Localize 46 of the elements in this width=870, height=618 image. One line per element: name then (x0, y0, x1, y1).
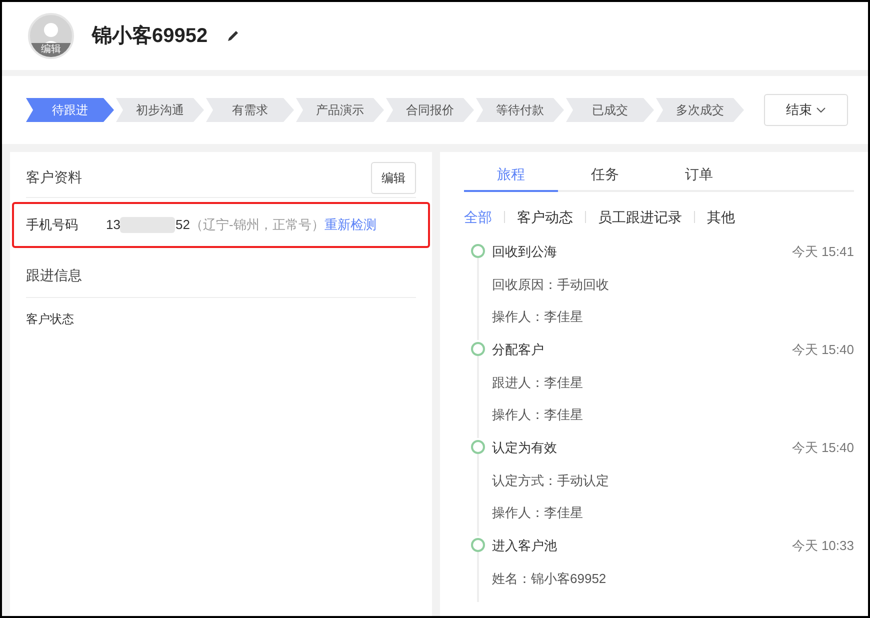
field-label: 客户状态 (26, 311, 74, 328)
event-detail: 跟进人：李佳星 (492, 374, 583, 392)
stage-step[interactable]: 已成交 (566, 98, 654, 122)
tab[interactable]: 任务 (558, 158, 652, 192)
filter-option[interactable]: 客户动态 (517, 206, 573, 228)
section-title: 客户资料 (26, 168, 82, 187)
event-detail: 姓名：锦小客69952 (492, 570, 606, 588)
phone-suffix: 52 (175, 216, 190, 234)
field-label: 手机号码 (26, 216, 79, 234)
event-title: 认定为有效 (492, 439, 557, 458)
customer-name: 锦小客69952 (92, 24, 208, 49)
stage-step[interactable]: 等待付款 (476, 98, 564, 122)
recheck-link[interactable]: 重新检测 (324, 215, 376, 235)
filter-option[interactable]: 员工跟进记录 (598, 206, 682, 228)
stage-step[interactable]: 合同报价 (386, 98, 474, 122)
event-time: 今天 15:40 (792, 341, 854, 360)
avatar-edit-label: 编辑 (30, 43, 72, 57)
avatar[interactable]: 编辑 (28, 13, 74, 59)
stage-step[interactable]: 多次成交 (656, 98, 744, 122)
tab[interactable]: 旅程 (464, 158, 558, 192)
event-detail: 认定方式：手动认定 (492, 472, 609, 490)
phone-prefix: 13 (106, 216, 120, 234)
tab[interactable]: 订单 (652, 158, 746, 192)
section-title: 跟进信息 (26, 266, 82, 285)
filter-option[interactable]: 全部 (464, 206, 492, 228)
end-dropdown-button[interactable]: 结束 (764, 94, 848, 126)
redaction-blur (120, 217, 176, 233)
pencil-icon[interactable] (226, 29, 240, 43)
chevron-down-icon (816, 107, 826, 113)
stage-step[interactable]: 初步沟通 (116, 98, 204, 122)
stage-step[interactable]: 待跟进 (26, 98, 114, 122)
event-detail: 操作人：李佳星 (492, 308, 583, 326)
event-detail: 回收原因：手动回收 (492, 276, 609, 294)
event-detail: 操作人：李佳星 (492, 504, 583, 522)
event-title: 分配客户 (492, 341, 544, 360)
event-title: 进入客户池 (492, 537, 557, 556)
stage-step[interactable]: 有需求 (206, 98, 294, 122)
stage-step[interactable]: 产品演示 (296, 98, 384, 122)
phone-region-note: （辽宁-锦州，正常号） (190, 216, 324, 234)
event-detail: 操作人：李佳星 (492, 406, 583, 424)
event-time: 今天 15:40 (792, 439, 854, 458)
edit-button[interactable]: 编辑 (371, 162, 416, 194)
event-title: 回收到公海 (492, 243, 557, 262)
event-time: 今天 15:41 (792, 243, 854, 262)
filter-option[interactable]: 其他 (707, 206, 735, 228)
event-time: 今天 10:33 (792, 537, 854, 556)
